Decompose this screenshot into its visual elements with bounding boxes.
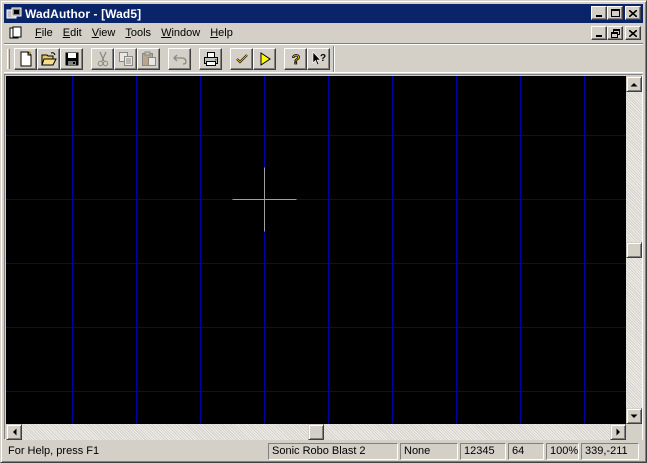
- scroll-down-button[interactable]: [626, 408, 642, 424]
- status-help-text: For Help, press F1: [8, 444, 100, 457]
- svg-text:?: ?: [319, 53, 325, 64]
- new-button[interactable]: [14, 48, 37, 70]
- status-game: Sonic Robo Blast 2: [268, 442, 398, 460]
- arrow-left-icon: [12, 428, 16, 436]
- paste-icon: [141, 51, 156, 66]
- help-question-icon: ?: [291, 51, 300, 67]
- paste-button[interactable]: [137, 48, 160, 70]
- status-bar: For Help, press F1 Sonic Robo Blast 2 No…: [4, 442, 643, 460]
- print-button[interactable]: [199, 48, 222, 70]
- menu-edit[interactable]: Edit: [58, 25, 87, 41]
- check-button[interactable]: [230, 48, 253, 70]
- status-mode: None: [400, 442, 458, 460]
- close-icon: [629, 9, 637, 17]
- status-grid-size: 64: [508, 442, 544, 460]
- map-view-frame: [4, 74, 643, 440]
- title-bar[interactable]: WadAuthor - [Wad5]: [4, 4, 643, 23]
- vertical-scrollbar[interactable]: [626, 76, 642, 424]
- close-button[interactable]: [625, 6, 641, 20]
- arrow-right-icon: [616, 428, 620, 436]
- status-zoom: 100%: [546, 442, 579, 460]
- save-disk-icon: [65, 52, 78, 66]
- copy-button[interactable]: [114, 48, 137, 70]
- menu-file[interactable]: File: [30, 25, 58, 41]
- main-toolbar: ? ?: [7, 47, 330, 71]
- save-button[interactable]: [60, 48, 83, 70]
- run-button[interactable]: [253, 48, 276, 70]
- menu-window[interactable]: Window: [156, 25, 205, 41]
- arrow-down-icon: [630, 414, 638, 418]
- maximize-button[interactable]: [607, 6, 623, 20]
- printer-icon: [203, 52, 218, 66]
- caption-buttons: [591, 6, 641, 20]
- wadauthor-app-icon[interactable]: [6, 6, 22, 22]
- close-icon: [629, 29, 637, 37]
- open-folder-icon: [40, 52, 57, 66]
- map-grid: [6, 76, 626, 424]
- new-file-icon: [20, 51, 31, 67]
- copy-icon: [118, 52, 133, 66]
- document-system-menu-icon[interactable]: [8, 26, 24, 40]
- open-button[interactable]: [37, 48, 60, 70]
- status-coords: 339,-211: [581, 442, 639, 460]
- scissors-icon: [97, 51, 108, 67]
- menu-tools[interactable]: Tools: [120, 25, 156, 41]
- restore-icon: [610, 28, 620, 38]
- undo-button[interactable]: [168, 48, 191, 70]
- play-icon: [260, 52, 271, 66]
- main-window: WadAuthor - [Wad5] File Edit View Tools …: [0, 0, 647, 463]
- menu-view[interactable]: View: [87, 25, 121, 41]
- svg-text:?: ?: [291, 51, 300, 67]
- minimize-icon: [596, 15, 602, 17]
- maximize-icon: [610, 9, 620, 17]
- help-button[interactable]: ?: [284, 48, 307, 70]
- context-help-arrow-icon: ?: [312, 51, 326, 66]
- document-close-button[interactable]: [625, 26, 641, 40]
- document-restore-button[interactable]: [607, 26, 623, 40]
- menu-help[interactable]: Help: [205, 25, 238, 41]
- toolbar-end-separator: [333, 46, 335, 72]
- status-value: 12345: [460, 442, 506, 460]
- horizontal-scrollbar[interactable]: [6, 424, 626, 440]
- toolbar-area: ? ?: [4, 43, 643, 73]
- map-canvas[interactable]: [6, 76, 626, 424]
- document-caption-buttons: [591, 26, 641, 40]
- scroll-up-button[interactable]: [626, 76, 642, 92]
- document-minimize-button[interactable]: [591, 26, 607, 40]
- context-help-button[interactable]: ?: [307, 48, 330, 70]
- horizontal-scroll-thumb[interactable]: [308, 424, 324, 440]
- minimize-icon: [596, 35, 602, 37]
- scroll-right-button[interactable]: [610, 424, 626, 440]
- window-title: WadAuthor - [Wad5]: [25, 6, 142, 21]
- minimize-button[interactable]: [591, 6, 607, 20]
- arrow-up-icon: [630, 82, 638, 86]
- checkmark-icon: [235, 54, 248, 64]
- scroll-left-button[interactable]: [6, 424, 22, 440]
- cut-button[interactable]: [91, 48, 114, 70]
- undo-icon: [172, 54, 187, 65]
- vertical-scroll-thumb[interactable]: [626, 242, 642, 258]
- toolbar-grip[interactable]: [7, 49, 10, 69]
- menu-bar: File Edit View Tools Window Help: [4, 24, 643, 42]
- scroll-corner: [626, 424, 642, 440]
